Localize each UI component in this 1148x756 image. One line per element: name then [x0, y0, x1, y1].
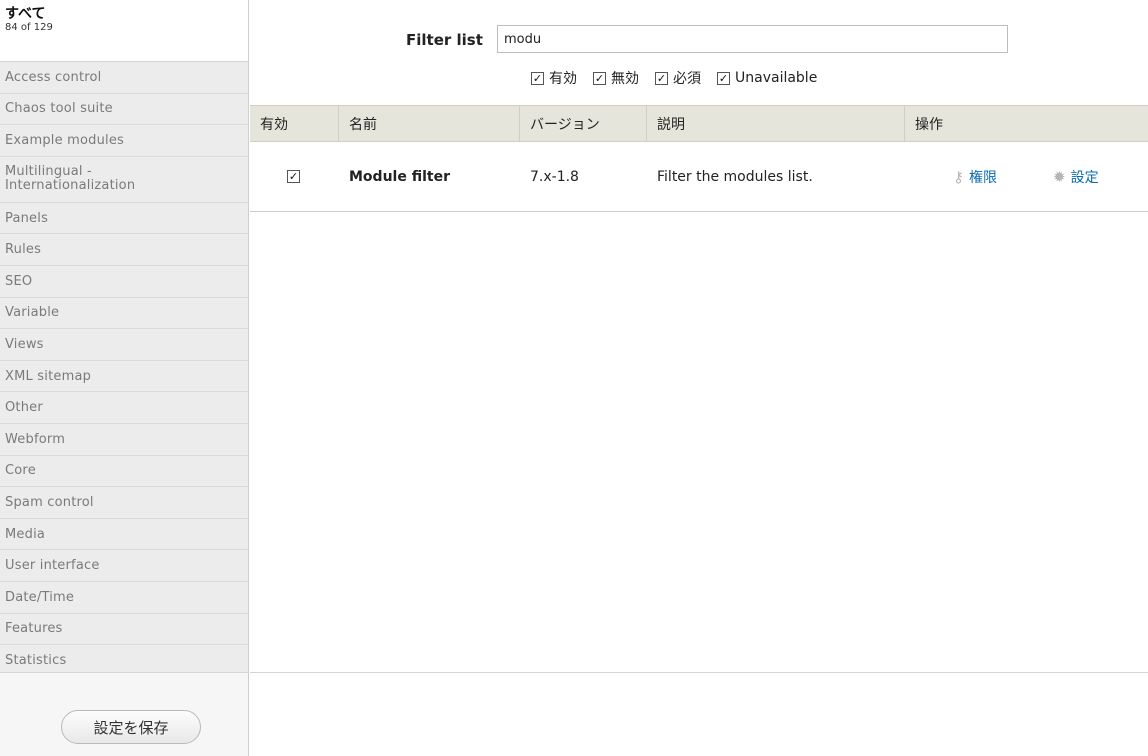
save-area: 設定を保存: [0, 672, 248, 756]
sidebar-all-count: 84 of 129: [5, 22, 53, 33]
module-version: 7.x-1.8: [530, 168, 579, 185]
sidebar-item-rules[interactable]: Rules: [0, 234, 248, 266]
sidebar-item-label: Multilingual -: [5, 164, 92, 180]
sidebar-item-xml-sitemap[interactable]: XML sitemap: [0, 360, 248, 393]
sidebar-item-label: Access control: [5, 69, 102, 85]
sidebar-item-all[interactable]: すべて 84 of 129: [0, 0, 248, 62]
sidebar-item-multilingual[interactable]: Multilingual - Internationalization: [0, 156, 248, 203]
sidebar-item-seo[interactable]: SEO: [0, 265, 248, 298]
checkbox-check-icon[interactable]: ✓: [531, 71, 544, 85]
header-description: 説明: [647, 106, 905, 141]
sidebar-item-example-modules[interactable]: Example modules: [0, 125, 248, 157]
enabled-checkbox[interactable]: ✓: [287, 170, 300, 183]
checkbox-check-icon[interactable]: ✓: [717, 71, 730, 85]
settings-label: 設定: [1070, 169, 1099, 186]
sidebar-item-label: Other: [5, 400, 43, 416]
sidebar-item-label: Example modules: [5, 132, 125, 148]
sidebar-item-label: Variable: [5, 305, 60, 321]
sidebar-item-label: Views: [5, 336, 44, 352]
header-version: バージョン: [520, 106, 647, 141]
header-enabled: 有効: [250, 106, 339, 141]
gear-icon: ✹: [1053, 167, 1066, 186]
filter-label: Filter list: [406, 31, 483, 49]
sidebar-item-label: Media: [5, 526, 46, 542]
filter-input[interactable]: [497, 25, 1008, 53]
sidebar-item-date-time[interactable]: Date/Time: [0, 581, 248, 614]
settings-link[interactable]: ✹ 設定: [1053, 167, 1099, 187]
permissions-link[interactable]: ⚷ 権限: [953, 167, 997, 187]
sidebar-item-webform[interactable]: Webform: [0, 423, 248, 456]
sidebar-item-label: SEO: [5, 273, 33, 289]
sidebar-item-variable[interactable]: Variable: [0, 297, 248, 330]
checkbox-check-icon[interactable]: ✓: [593, 71, 606, 85]
table-row: ✓ Module filter 7.x-1.8 Filter the modul…: [250, 142, 1148, 212]
sidebar: すべて 84 of 129 Access control Chaos tool …: [0, 0, 249, 756]
sidebar-item-access-control[interactable]: Access control: [0, 62, 248, 94]
modules-table: 有効 名前 バージョン 説明 操作 ✓ Module filter 7.x-1.…: [250, 105, 1148, 212]
header-operations: 操作: [915, 116, 943, 133]
sidebar-item-label: Date/Time: [5, 589, 75, 605]
status-checkboxes: ✓ 有効 ✓ 無効 ✓ 必須 ✓ Unavailable: [531, 68, 817, 88]
enabled-cell: ✓: [250, 142, 339, 211]
sidebar-item-label: XML sitemap: [5, 368, 92, 384]
sidebar-item-label: Spam control: [5, 494, 94, 510]
save-button[interactable]: 設定を保存: [61, 710, 201, 744]
checkbox-disabled[interactable]: ✓ 無効: [593, 68, 639, 88]
sidebar-item-label: Core: [5, 463, 36, 479]
sidebar-item-core[interactable]: Core: [0, 455, 248, 488]
sidebar-item-label: Statistics: [5, 652, 67, 668]
sidebar-item-label: User interface: [5, 558, 100, 574]
checkbox-check-icon[interactable]: ✓: [655, 71, 668, 85]
sidebar-item-label: Features: [5, 621, 63, 637]
operations-cell: ⚷ 権限 ✹ 設定: [905, 142, 1148, 211]
module-description: Filter the modules list.: [657, 168, 813, 185]
sidebar-item-spam-control[interactable]: Spam control: [0, 487, 248, 519]
checkbox-enabled[interactable]: ✓ 有効: [531, 68, 577, 88]
sidebar-item-chaos-tool-suite[interactable]: Chaos tool suite: [0, 93, 248, 126]
sidebar-item-label: Panels: [5, 210, 49, 226]
key-icon: ⚷: [953, 167, 964, 186]
checkbox-label: 無効: [611, 71, 639, 87]
checkbox-unavailable[interactable]: ✓ Unavailable: [717, 70, 817, 86]
sidebar-item-label: Rules: [5, 242, 42, 258]
permissions-label: 権限: [969, 169, 997, 186]
checkbox-label: 必須: [673, 71, 701, 87]
category-list: Access control Chaos tool suite Example …: [0, 62, 248, 677]
sidebar-item-panels[interactable]: Panels: [0, 202, 248, 235]
sidebar-item-other[interactable]: Other: [0, 392, 248, 424]
sidebar-item-label: Chaos tool suite: [5, 101, 113, 117]
sidebar-item-views[interactable]: Views: [0, 329, 248, 361]
sidebar-item-media[interactable]: Media: [0, 518, 248, 551]
sidebar-item-user-interface[interactable]: User interface: [0, 550, 248, 582]
header-name: 名前: [339, 106, 520, 141]
sidebar-item-label: Internationalization: [5, 178, 136, 194]
module-name: Module filter: [349, 168, 450, 185]
sidebar-item-label: Webform: [5, 431, 66, 447]
sidebar-all-title: すべて: [5, 6, 46, 22]
table-header: 有効 名前 バージョン 説明 操作: [250, 105, 1148, 142]
checkbox-label: Unavailable: [735, 70, 818, 86]
checkbox-required[interactable]: ✓ 必須: [655, 68, 701, 88]
checkbox-label: 有効: [549, 71, 577, 87]
divider: [250, 672, 1148, 673]
sidebar-item-features[interactable]: Features: [0, 613, 248, 646]
